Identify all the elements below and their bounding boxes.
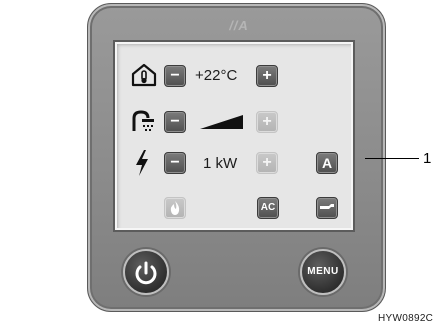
power-value: 1 kW	[203, 155, 238, 172]
temperature-minus-button[interactable]: −	[164, 65, 186, 87]
ac-button[interactable]: AC	[257, 197, 279, 219]
gas-button[interactable]	[164, 197, 186, 219]
flame-icon	[170, 201, 180, 215]
lightning-icon	[136, 150, 148, 176]
power-button[interactable]	[123, 249, 169, 295]
figure-code: HYW0892C	[378, 313, 434, 324]
service-button[interactable]	[316, 197, 338, 219]
power-icon	[135, 261, 157, 285]
brand-logo: //A	[229, 18, 249, 33]
callout-number: 1	[423, 150, 432, 167]
wrench-icon	[320, 204, 334, 209]
menu-label: MENU	[307, 266, 339, 277]
callout-line	[365, 158, 419, 159]
power-plus-button[interactable]: +	[256, 152, 278, 174]
hot-water-minus-button[interactable]: −	[164, 111, 186, 133]
temperature-value: +22°C	[195, 67, 238, 84]
menu-button[interactable]: MENU	[300, 249, 346, 295]
temperature-plus-button[interactable]: +	[256, 65, 278, 87]
auto-mode-button[interactable]: A	[316, 152, 338, 174]
house-thermometer-icon	[131, 63, 157, 87]
hot-water-plus-button[interactable]: +	[256, 111, 278, 133]
shower-icon	[132, 110, 154, 131]
power-minus-button[interactable]: −	[164, 152, 186, 174]
level-ramp-icon	[200, 115, 243, 129]
